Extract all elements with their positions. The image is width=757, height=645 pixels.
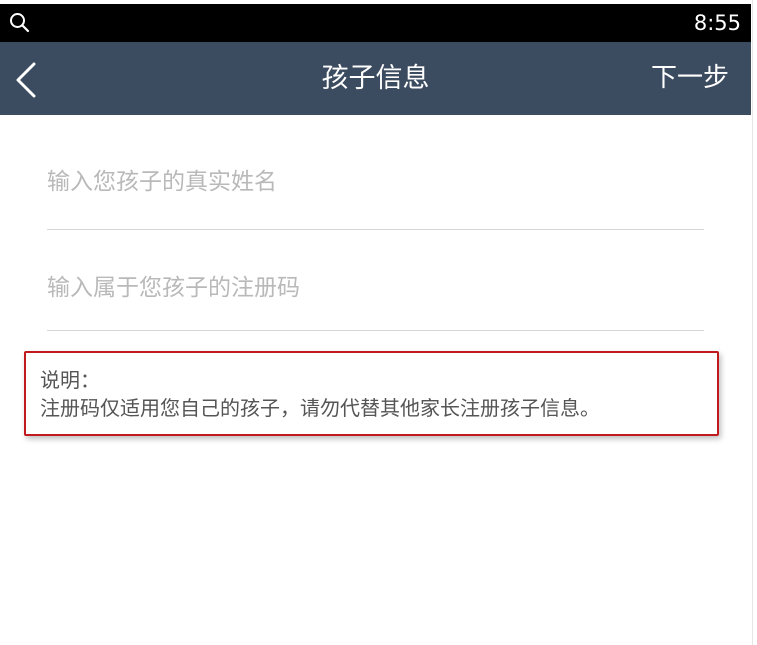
child-name-field [47,162,704,230]
status-time: 8:55 [693,11,741,35]
note-title: 说明： [40,368,100,392]
registration-code-input[interactable] [47,268,704,308]
search-icon[interactable] [8,11,32,35]
next-step-button[interactable]: 下一步 [651,42,729,115]
status-bar: 8:55 [0,4,751,42]
note-text: 注册码仅适用您自己的孩子，请勿代替其他家长注册孩子信息。 [40,396,600,420]
note-box: 说明： 注册码仅适用您自己的孩子，请勿代替其他家长注册孩子信息。 [24,351,719,436]
navigation-bar: 孩子信息 下一步 [0,42,751,115]
page-title: 孩子信息 [321,63,430,94]
divider [752,0,753,645]
child-name-input[interactable] [47,162,704,202]
back-button[interactable] [6,54,54,104]
registration-code-field [47,268,704,331]
app-screen: 8:55 孩子信息 下一步 说明： 注册码仅适用您自己的孩子，请勿代替其他家长注… [0,0,751,645]
